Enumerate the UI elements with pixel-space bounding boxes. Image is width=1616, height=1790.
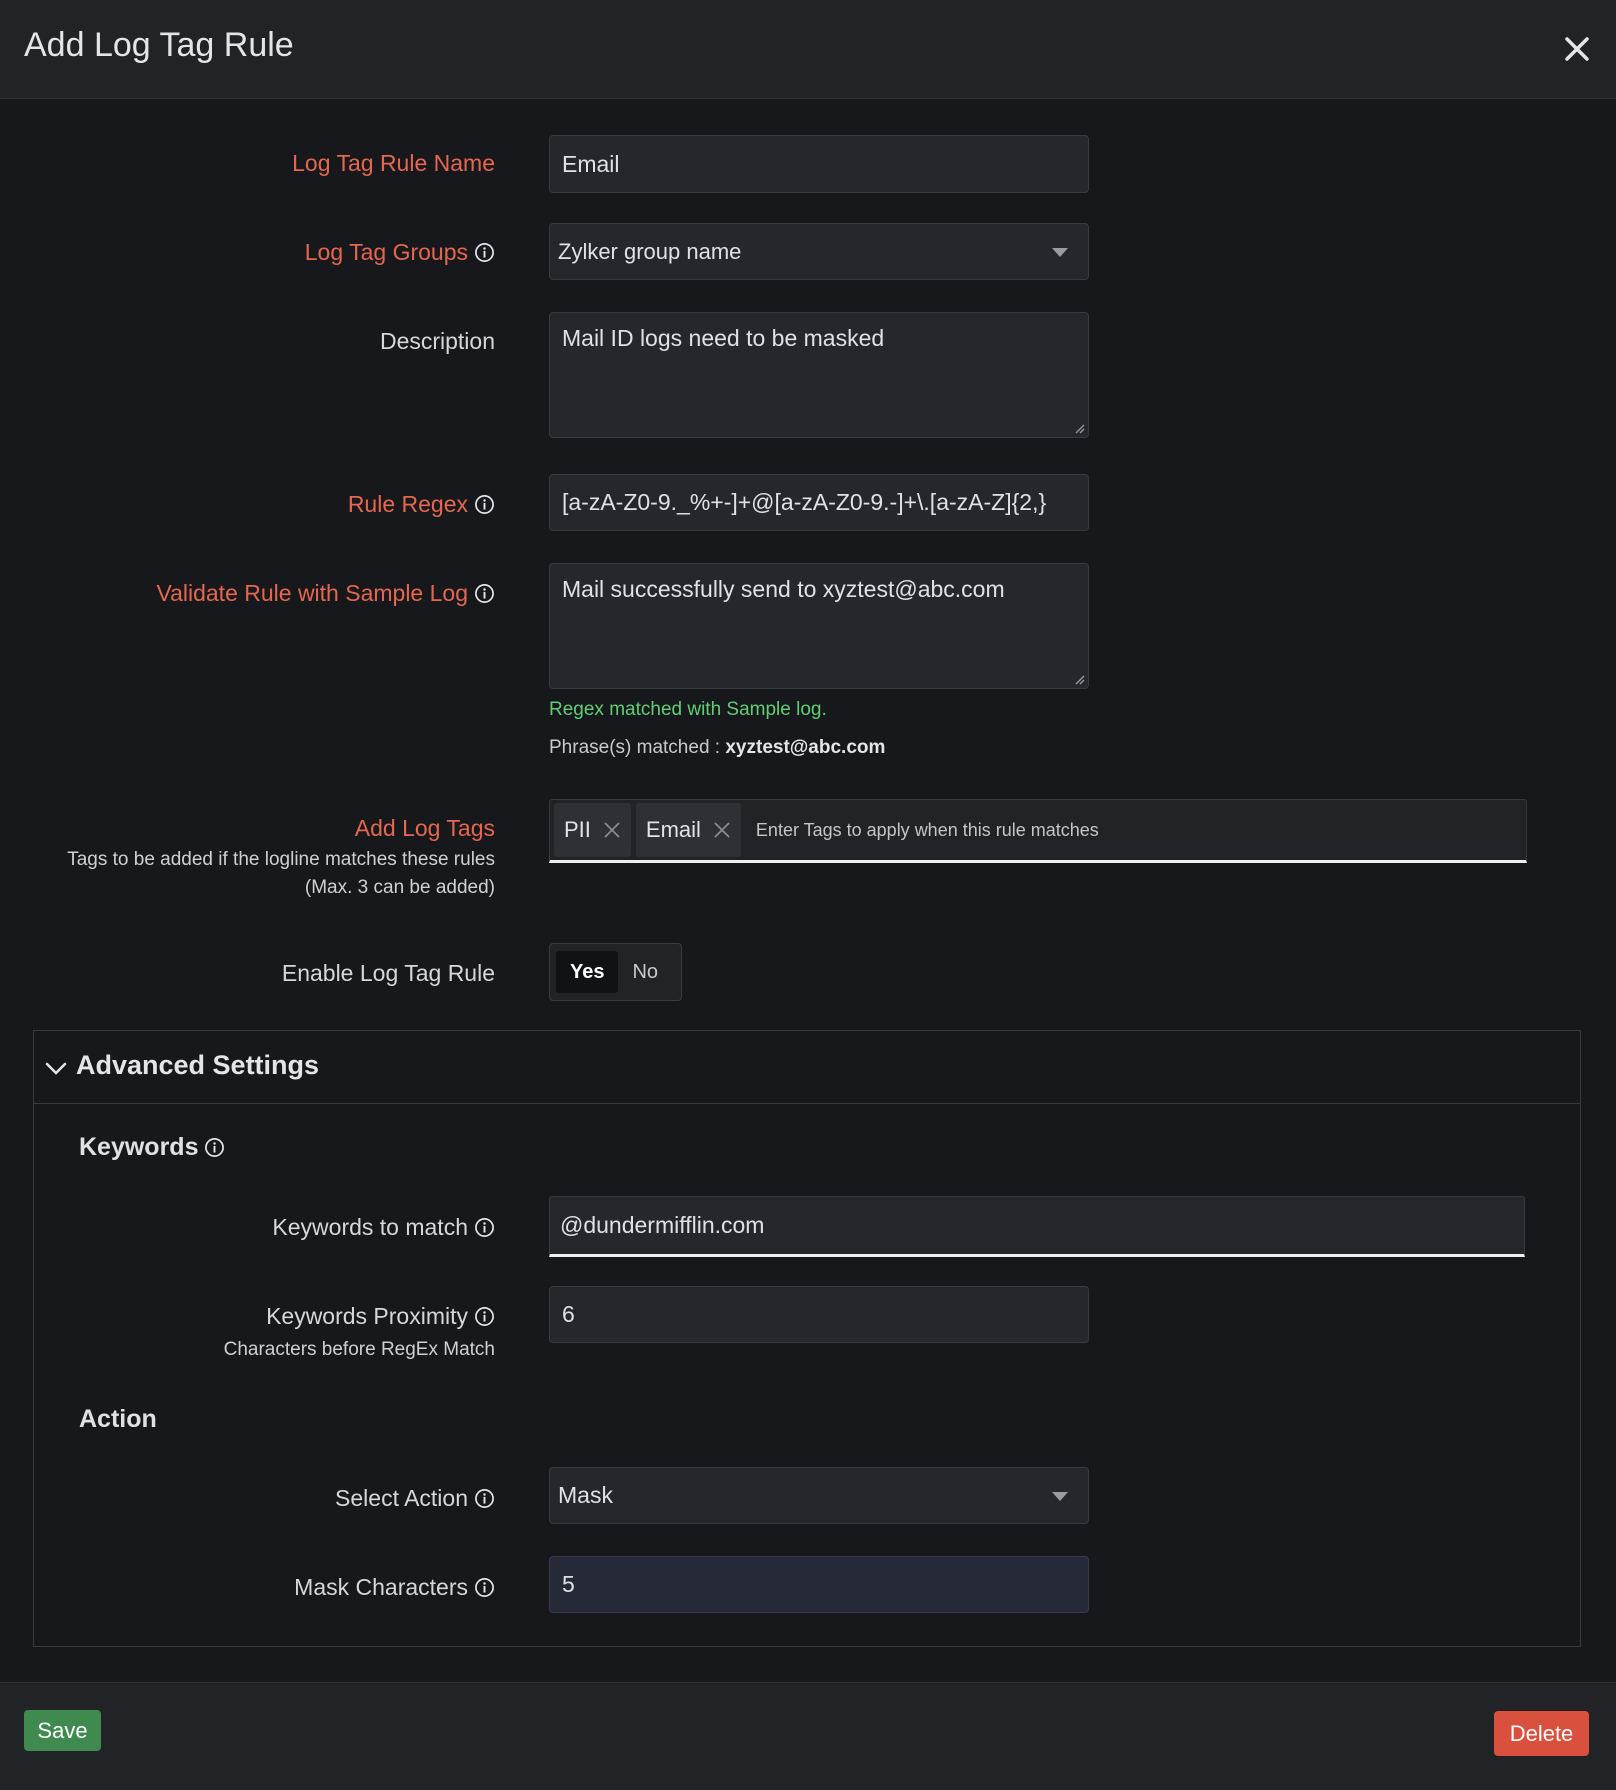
keywords-value: @dundermifflin.com <box>560 1212 765 1238</box>
chevron-down-icon <box>1052 247 1068 257</box>
description-label: Description <box>380 328 495 355</box>
description-label-text: Description <box>379 328 495 354</box>
proximity-input[interactable]: 6 <box>549 1286 1089 1343</box>
action-label: Select Action <box>335 1485 495 1512</box>
tags-placeholder[interactable]: Enter Tags to apply when this rule match… <box>756 820 1099 841</box>
rule-name-label-text: Log Tag Rule Name <box>292 150 495 176</box>
sample-label-text: Validate Rule with Sample Log <box>156 580 468 606</box>
info-icon[interactable] <box>474 1217 495 1238</box>
groups-value: Zylker group name <box>558 238 742 264</box>
description-value: Mail ID logs need to be masked <box>562 325 885 351</box>
proximity-sublabel: Characters before RegEx Match <box>223 1339 495 1360</box>
chevron-down-icon <box>45 1062 67 1075</box>
tag-chip: PII <box>554 803 631 857</box>
tag-chip-label: PII <box>564 817 591 842</box>
info-icon[interactable] <box>474 583 495 604</box>
groups-label-text: Log Tag Groups <box>304 239 468 265</box>
regex-match-message: Regex matched with Sample log. <box>549 699 827 720</box>
resize-handle-icon[interactable] <box>1073 422 1085 434</box>
mask-label: Mask Characters <box>294 1574 495 1601</box>
enable-yes-option[interactable]: Yes <box>556 951 619 993</box>
regex-label-text: Rule Regex <box>347 491 468 517</box>
mask-label-text: Mask Characters <box>294 1574 468 1600</box>
keywords-section-title: Keywords <box>79 1133 225 1162</box>
tag-chip: Email <box>635 803 741 857</box>
save-button[interactable]: Save <box>24 1710 101 1751</box>
proximity-label: Keywords Proximity <box>266 1303 495 1330</box>
tags-limit-note: (Max. 3 can be added) <box>304 877 495 898</box>
info-icon[interactable] <box>474 242 495 263</box>
tags-input[interactable]: PII Email Enter Tags to apply when this … <box>549 799 1527 863</box>
delete-button[interactable]: Delete <box>1494 1711 1589 1756</box>
mask-characters-input[interactable]: 5 <box>549 1556 1089 1613</box>
action-select[interactable]: Mask <box>549 1467 1089 1524</box>
enable-no-option[interactable]: No <box>618 951 672 993</box>
dialog-title: Add Log Tag Rule <box>24 26 294 64</box>
advanced-settings-title: Advanced Settings <box>76 1050 320 1080</box>
sample-log-value: Mail successfully send to xyztest@abc.co… <box>562 576 1005 602</box>
close-icon[interactable] <box>1558 30 1596 68</box>
action-label-text: Select Action <box>335 1485 468 1511</box>
dialog-header: Add Log Tag Rule <box>0 0 1616 99</box>
info-icon[interactable] <box>474 1488 495 1509</box>
regex-input[interactable]: [a-zA-Z0-9._%+-]+@[a-zA-Z0-9.-]+\.[a-zA-… <box>549 474 1089 531</box>
action-value: Mask <box>558 1482 613 1508</box>
phrase-matched-label: Phrase(s) matched : <box>549 737 721 758</box>
info-icon[interactable] <box>474 1577 495 1598</box>
groups-label: Log Tag Groups <box>305 239 495 266</box>
phrase-matched: Phrase(s) matched : xyztest@abc.com <box>549 737 885 759</box>
dialog-footer: Save Delete <box>0 1682 1616 1790</box>
rule-name-input[interactable]: Email <box>549 135 1089 193</box>
tag-chip-label: Email <box>645 817 701 842</box>
tags-label: Add Log Tags <box>355 815 495 842</box>
action-section-title: Action <box>79 1405 157 1434</box>
regex-label: Rule Regex <box>348 491 495 518</box>
close-icon[interactable] <box>713 821 731 839</box>
keywords-label-text: Keywords to match <box>272 1214 468 1240</box>
sample-label: Validate Rule with Sample Log <box>156 580 495 607</box>
regex-value: [a-zA-Z0-9._%+-]+@[a-zA-Z0-9.-]+\.[a-zA-… <box>562 489 1047 515</box>
info-icon[interactable] <box>474 494 495 515</box>
proximity-value: 6 <box>562 1301 575 1327</box>
sample-log-textarea[interactable]: Mail successfully send to xyztest@abc.co… <box>549 563 1089 689</box>
tags-label-text: Add Log Tags <box>354 815 495 841</box>
resize-handle-icon[interactable] <box>1073 673 1085 685</box>
enable-label: Enable Log Tag Rule <box>282 960 495 987</box>
enable-toggle: Yes No <box>549 943 682 1001</box>
proximity-label-text: Keywords Proximity <box>266 1303 468 1329</box>
info-icon[interactable] <box>204 1137 225 1158</box>
phrase-matched-value: xyztest@abc.com <box>725 737 886 758</box>
keywords-label: Keywords to match <box>272 1214 495 1241</box>
keywords-input[interactable]: @dundermifflin.com <box>549 1196 1525 1257</box>
enable-label-text: Enable Log Tag Rule <box>281 960 495 986</box>
groups-select[interactable]: Zylker group name <box>549 223 1089 280</box>
mask-characters-value: 5 <box>562 1571 575 1597</box>
rule-name-label: Log Tag Rule Name <box>292 150 495 177</box>
close-icon[interactable] <box>603 821 621 839</box>
keywords-section-text: Keywords <box>79 1133 199 1161</box>
info-icon[interactable] <box>474 1306 495 1327</box>
description-textarea[interactable]: Mail ID logs need to be masked <box>549 312 1089 438</box>
chevron-down-icon <box>1052 1491 1068 1501</box>
action-section-text: Action <box>79 1405 157 1433</box>
rule-name-value: Email <box>562 150 620 177</box>
tags-sublabel: Tags to be added if the logline matches … <box>67 849 495 870</box>
advanced-settings-header[interactable]: Advanced Settings <box>34 1031 1580 1104</box>
